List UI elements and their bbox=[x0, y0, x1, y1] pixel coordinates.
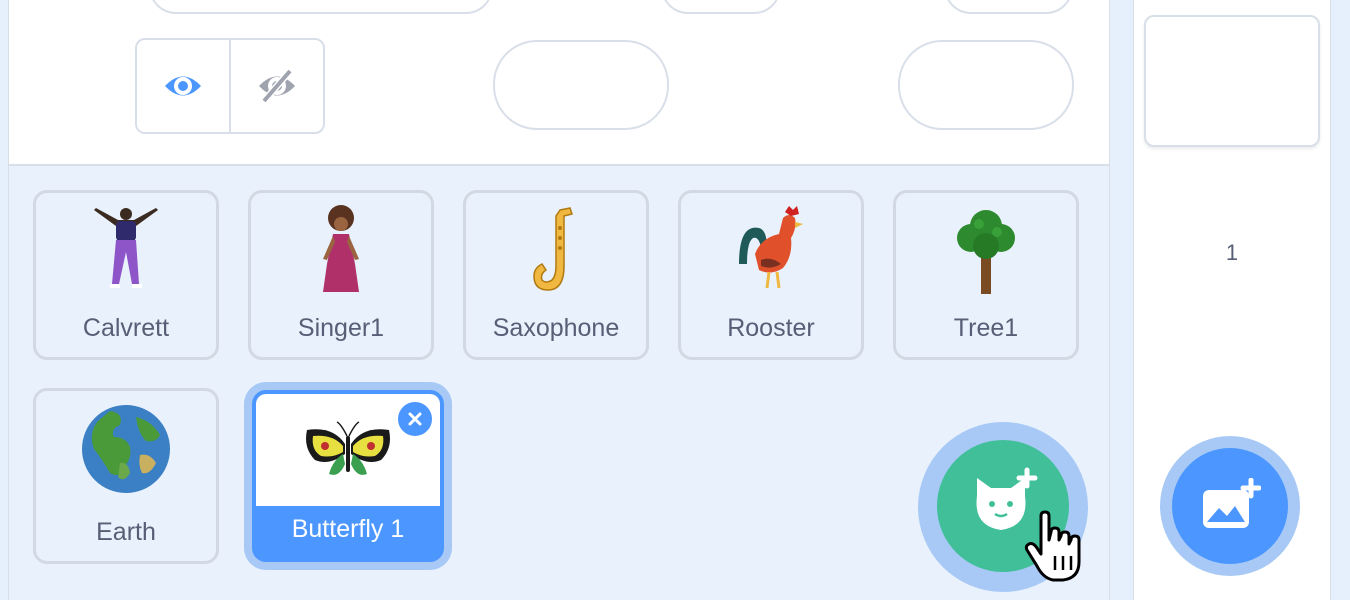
sprite-label: Saxophone bbox=[492, 314, 620, 342]
show-button[interactable] bbox=[137, 40, 231, 132]
sprite-label: Butterfly 1 bbox=[291, 515, 405, 543]
butterfly-icon bbox=[306, 421, 390, 475]
sprite-label: Calvrett bbox=[82, 314, 170, 342]
direction-field[interactable] bbox=[898, 40, 1074, 130]
visibility-toggle bbox=[135, 38, 325, 134]
sprite-tile-butterfly[interactable]: Butterfly 1 bbox=[252, 390, 444, 562]
hand-cursor-icon bbox=[1024, 510, 1081, 582]
hide-button[interactable] bbox=[231, 40, 323, 132]
sprite-tile-singer1[interactable]: Singer1 bbox=[248, 190, 434, 360]
stage-pane: 1 bbox=[1133, 0, 1331, 600]
sprite-label: Rooster bbox=[727, 314, 815, 342]
sprite-tile-saxophone[interactable]: Saxophone bbox=[463, 190, 649, 360]
sprite-name-field[interactable] bbox=[149, 0, 493, 14]
sprite-info-panel bbox=[9, 0, 1109, 166]
sprite-tile-tree1[interactable]: Tree1 bbox=[893, 190, 1079, 360]
saxophone-icon bbox=[533, 206, 573, 291]
backdrop-count: 1 bbox=[1225, 240, 1239, 265]
x-field[interactable] bbox=[661, 0, 781, 14]
sprite-tile-calvrett[interactable]: Calvrett bbox=[33, 190, 219, 360]
globe-icon bbox=[82, 405, 170, 493]
stage-thumbnail[interactable] bbox=[1144, 15, 1320, 147]
sprite-label: Singer1 bbox=[297, 314, 385, 342]
y-field[interactable] bbox=[944, 0, 1073, 14]
size-field[interactable] bbox=[493, 40, 669, 130]
eye-icon bbox=[165, 76, 201, 96]
image-plus-icon bbox=[1203, 478, 1261, 528]
sprite-label: Earth bbox=[96, 518, 156, 546]
singer-icon bbox=[323, 204, 359, 292]
eye-slash-icon bbox=[259, 69, 295, 103]
delete-sprite-button[interactable] bbox=[396, 400, 434, 438]
rooster-icon bbox=[739, 205, 803, 288]
sprite-pane: Calvrett Singer1 Saxophone Rooster Tree1… bbox=[8, 0, 1110, 600]
close-icon bbox=[408, 412, 422, 426]
choose-backdrop-button[interactable] bbox=[1172, 448, 1288, 564]
sprite-tile-rooster[interactable]: Rooster bbox=[678, 190, 864, 360]
sprite-tile-earth[interactable]: Earth bbox=[33, 388, 219, 564]
tree-icon bbox=[957, 209, 1015, 294]
sprite-label: Tree1 bbox=[953, 314, 1019, 342]
dancer-icon bbox=[94, 207, 158, 288]
